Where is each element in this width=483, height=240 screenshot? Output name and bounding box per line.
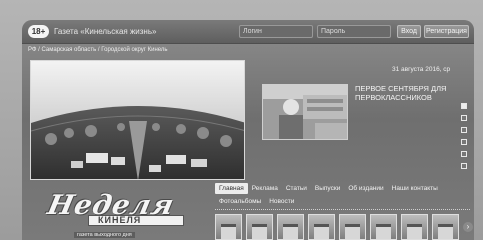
partner-site-link[interactable]: Газета «Кинельская жизнь» [54,27,156,36]
nav-item-ads[interactable]: Реклама [248,183,282,194]
photo-thumbnails-strip: › [215,214,474,240]
age-rating-badge: 18+ [28,25,49,38]
hero-panorama-image [30,60,245,180]
panorama-photo [31,61,244,179]
logo-subtitle: газета выходного дня [74,232,135,238]
news-pager-dot[interactable] [461,103,467,109]
photo-thumbnail[interactable] [432,214,459,240]
news-pager-dot[interactable] [461,115,467,121]
thumbs-next-icon[interactable]: › [463,222,473,232]
current-date: 31 августа 2016, ср [392,66,451,73]
top-bar: 18+ Газета «Кинельская жизнь» Логин Паро… [22,20,474,44]
photo-thumbnail[interactable] [246,214,273,240]
photo-thumbnail[interactable] [401,214,428,240]
nav-divider [215,209,470,210]
register-button[interactable]: Регистрация [424,25,469,38]
nav-item-photo-albums[interactable]: Фотоальбомы [215,196,265,207]
breadcrumb[interactable]: РФ / Самарская область / Городской округ… [28,47,168,53]
nav-item-news[interactable]: Новости [265,196,298,207]
photo-thumbnail[interactable] [339,214,366,240]
nav-item-about[interactable]: Об издании [344,183,387,194]
classroom-photo [263,85,347,139]
nav-item-home[interactable]: Главная [215,183,248,194]
photo-thumbnail[interactable] [370,214,397,240]
news-photo[interactable] [262,84,348,140]
nav-item-articles[interactable]: Статьи [282,183,311,194]
browser-frame: 18+ Газета «Кинельская жизнь» Логин Паро… [0,0,483,240]
news-pager-dot[interactable] [461,163,467,169]
nav-item-issues[interactable]: Выпуски [311,183,344,194]
news-pager-dot[interactable] [461,127,467,133]
photo-thumbnail[interactable] [277,214,304,240]
logo-city: КИНЕЛЯ [98,215,142,225]
photo-thumbnail[interactable] [308,214,335,240]
nav-row-secondary: Фотоальбомы Новости [215,196,470,207]
nav-row-primary: Главная Реклама Статьи Выпуски Об издани… [215,183,470,194]
site-page: 18+ Газета «Кинельская жизнь» Логин Паро… [22,20,474,240]
news-pager [461,103,467,175]
news-pager-dot[interactable] [461,151,467,157]
nav-item-contacts[interactable]: Наши контакты [388,183,442,194]
password-input[interactable]: Пароль [317,25,391,38]
photo-thumbnail[interactable] [215,214,242,240]
login-button[interactable]: Вход [397,25,421,38]
news-headline[interactable]: ПЕРВОЕ СЕНТЯБРЯ ДЛЯ ПЕРВОКЛАССНИКОВ [355,84,450,102]
main-nav: Главная Реклама Статьи Выпуски Об издани… [215,183,470,209]
news-pager-dot[interactable] [461,139,467,145]
login-input[interactable]: Логин [239,25,313,38]
site-logo[interactable]: Неделя КИНЕЛЯ газета выходного дня [44,188,194,240]
